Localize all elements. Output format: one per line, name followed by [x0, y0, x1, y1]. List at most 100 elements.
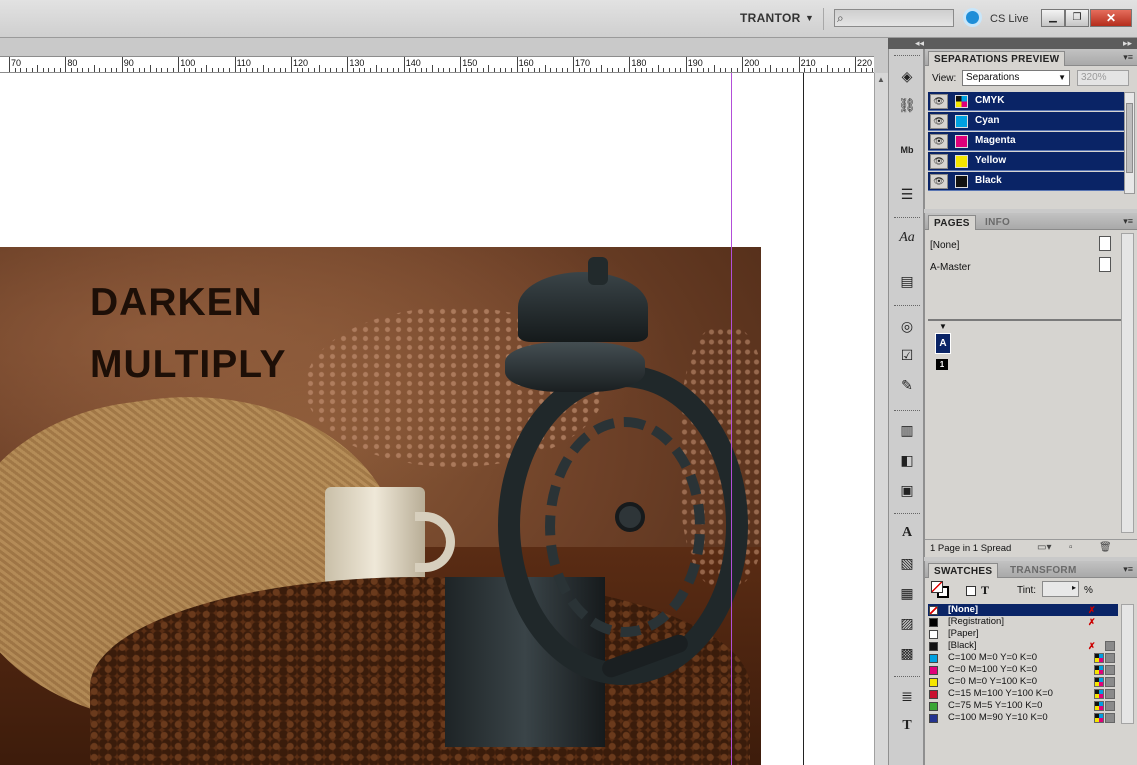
paragraph-styles-icon[interactable]: ▤: [896, 271, 918, 291]
swatch-row[interactable]: [Registration] ✗: [928, 616, 1118, 628]
margin-guide[interactable]: [731, 73, 732, 765]
workspace-switcher-label[interactable]: TRANTOR: [740, 11, 801, 25]
scroll-up-icon[interactable]: ▲: [877, 75, 885, 84]
swatch-row[interactable]: C=15 M=100 Y=100 K=0: [928, 688, 1118, 700]
character-icon[interactable]: A: [896, 523, 918, 543]
eye-icon[interactable]: 👁: [930, 154, 948, 169]
eye-icon[interactable]: 👁: [930, 94, 948, 109]
coffee-grinder-photo[interactable]: DARKEN MULTIPLY: [0, 247, 761, 765]
headline-multiply[interactable]: MULTIPLY: [90, 343, 287, 387]
tab-swatches[interactable]: SWATCHES: [928, 563, 999, 578]
collapse-dock-icon[interactable]: ◂◂: [915, 38, 924, 49]
align-icon[interactable]: ▥: [896, 420, 918, 440]
master-a-thumb[interactable]: [1099, 257, 1111, 272]
dock-grip[interactable]: [894, 305, 920, 308]
page-1-thumbnail[interactable]: A: [935, 333, 951, 354]
panel-header[interactable]: PAGES INFO ▾≡: [925, 213, 1137, 230]
ruler-minor-tick: [183, 68, 185, 72]
swatch-row[interactable]: C=100 M=90 Y=10 K=0: [928, 712, 1118, 724]
expand-dock-icon[interactable]: ▸▸: [1123, 38, 1132, 49]
ink-row[interactable]: 👁 Magenta: [928, 132, 1124, 151]
tint-input[interactable]: ▸: [1042, 581, 1079, 597]
help-search-input[interactable]: ⌕: [834, 9, 954, 27]
tab-info[interactable]: INFO: [980, 215, 1015, 230]
master-none-thumb[interactable]: [1099, 236, 1111, 251]
cell-styles-icon[interactable]: ▨: [896, 613, 918, 633]
cmyk-mode-icon: [1094, 653, 1104, 663]
checkbox-icon[interactable]: ☑: [896, 345, 918, 365]
trash-icon[interactable]: 🗑: [1099, 542, 1112, 553]
ink-row[interactable]: 👁 CMYK: [928, 92, 1124, 111]
panel-dock-header[interactable]: [888, 38, 1137, 49]
type-icon[interactable]: T: [896, 716, 918, 736]
chevron-right-icon[interactable]: ▸: [1072, 583, 1076, 592]
swatch-list-scrollbar[interactable]: [1121, 604, 1134, 724]
pages-scrollbar[interactable]: [1121, 233, 1134, 533]
tab-separations-preview[interactable]: SEPARATIONS PREVIEW: [928, 51, 1066, 66]
view-select[interactable]: Separations ▼: [962, 70, 1070, 86]
object-styles-icon[interactable]: ▩: [896, 643, 918, 663]
ruler-strip[interactable]: 70 80 90 100 110 120 130 140 150 160 170 180 190 200 2…: [0, 56, 874, 73]
ink-row[interactable]: 👁 Black: [928, 172, 1124, 191]
ink-row[interactable]: 👁 Cyan: [928, 112, 1124, 131]
eye-icon[interactable]: 👁: [930, 114, 948, 129]
swatch-row[interactable]: C=0 M=100 Y=0 K=0: [928, 664, 1118, 676]
cs-live-icon[interactable]: [963, 8, 982, 27]
swatch-chip: [929, 630, 938, 639]
master-a[interactable]: A-Master: [930, 262, 971, 273]
layers-icon[interactable]: ◈: [896, 66, 918, 86]
formatting-text-icon[interactable]: T: [981, 583, 989, 598]
links-icon[interactable]: ⛓: [896, 95, 918, 115]
close-button[interactable]: ✕: [1090, 9, 1132, 27]
vertical-scrollbar[interactable]: ▲: [874, 73, 888, 765]
master-none[interactable]: [None]: [930, 240, 959, 251]
dock-grip[interactable]: [894, 676, 920, 679]
ruler-minor-tick: [804, 68, 806, 72]
dock-grip[interactable]: [894, 217, 920, 220]
scrollbar-thumb[interactable]: [1126, 103, 1133, 173]
swatch-row[interactable]: C=100 M=0 Y=0 K=0: [928, 652, 1118, 664]
tab-pages[interactable]: PAGES: [928, 215, 976, 230]
panel-menu-icon[interactable]: ▾≡: [1123, 52, 1133, 63]
mini-bridge-icon[interactable]: Mb: [896, 140, 918, 160]
fill-stroke-proxy[interactable]: [931, 581, 951, 599]
pages-divider[interactable]: [928, 319, 1121, 322]
story-icon[interactable]: ▧: [896, 553, 918, 573]
stroke-icon[interactable]: ☰: [896, 184, 918, 204]
panel-menu-icon[interactable]: ▾≡: [1123, 564, 1133, 575]
pathfinder-icon[interactable]: ◧: [896, 450, 918, 470]
swatch-row[interactable]: C=75 M=5 Y=100 K=0: [928, 700, 1118, 712]
fill-swatch-icon[interactable]: [931, 581, 943, 593]
restore-button[interactable]: ❐: [1065, 9, 1089, 27]
swatch-row[interactable]: [None] ✗: [928, 604, 1118, 616]
text-wrap-icon[interactable]: ▣: [896, 480, 918, 500]
eye-icon[interactable]: 👁: [930, 174, 948, 189]
panel-menu-icon[interactable]: ▾≡: [1123, 216, 1133, 227]
cs-live-label[interactable]: CS Live: [990, 13, 1029, 25]
document-canvas[interactable]: DARKEN MULTIPLY: [0, 73, 874, 765]
dock-grip[interactable]: [894, 513, 920, 516]
headline-darken[interactable]: DARKEN: [90, 281, 263, 325]
horizontal-ruler[interactable]: 70 80 90 100 110 120 130 140 150 160 170 180 190 200 2…: [0, 38, 888, 73]
text-wrap-lines-icon[interactable]: ≣: [896, 686, 918, 706]
formatting-container-icon[interactable]: [966, 586, 976, 596]
ink-row[interactable]: 👁 Yellow: [928, 152, 1124, 171]
ink-list-scrollbar[interactable]: [1124, 92, 1135, 194]
dock-grip[interactable]: [894, 410, 920, 413]
workspace-dropdown-icon[interactable]: ▼: [805, 13, 814, 23]
panel-header[interactable]: SWATCHES TRANSFORM ▾≡: [925, 561, 1137, 578]
swatch-row[interactable]: C=0 M=0 Y=100 K=0: [928, 676, 1118, 688]
eye-icon[interactable]: 👁: [930, 134, 948, 149]
swatch-row[interactable]: [Paper]: [928, 628, 1118, 640]
effects-icon[interactable]: ◎: [896, 316, 918, 336]
edit-page-size-icon[interactable]: ▭▾: [1037, 542, 1051, 553]
dock-grip[interactable]: [894, 55, 920, 58]
tab-transform[interactable]: TRANSFORM: [1005, 563, 1082, 578]
swatch-row[interactable]: [Black] ✗: [928, 640, 1118, 652]
panel-header[interactable]: SEPARATIONS PREVIEW ▾≡: [925, 49, 1137, 66]
new-page-icon[interactable]: ▫: [1069, 542, 1073, 553]
table-icon[interactable]: ▦: [896, 583, 918, 603]
notes-icon[interactable]: ✎: [896, 375, 918, 395]
character-styles-icon[interactable]: Aa: [896, 228, 918, 248]
minimize-button[interactable]: ▁: [1041, 9, 1065, 27]
